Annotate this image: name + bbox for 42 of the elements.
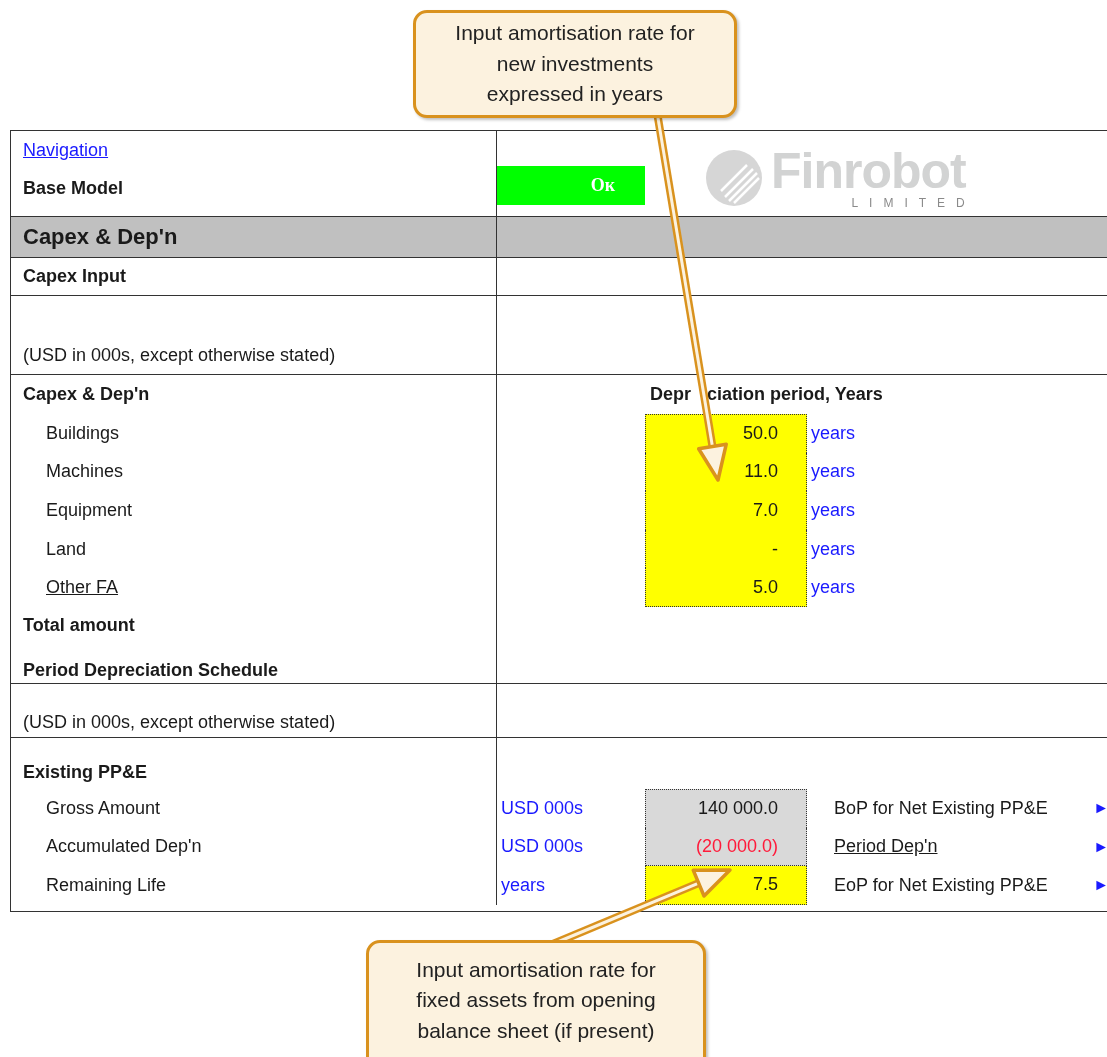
unit-label: USD 000s [501,797,584,819]
section-heading: Existing PP&E [23,761,148,783]
units-note: (USD in 000s, except otherwise stated) [23,345,336,366]
unit-label: USD 000s [501,836,584,858]
callout-note: Input amortisation rate for new investments expressed in years [413,10,737,118]
unit-label: years [810,500,855,521]
row-label: Remaining Life [46,874,167,896]
callout-note: Input amortisation rate for fixed assets from opening balance sheet (if present) [366,940,706,1057]
unit-label: years [810,461,855,483]
section-heading: Capex & Dep'n [23,384,150,405]
input-cell[interactable]: 50.0 [645,414,807,453]
arrow-icon[interactable]: ► [1093,799,1107,818]
row-label: Land [46,538,87,560]
column-header: Depr [650,384,691,405]
value-cell: (20 000.0) [645,827,807,867]
unit-label: years [501,874,545,896]
section-title: Capex & Dep'n [11,217,497,257]
row-label: Gross Amount [46,797,161,819]
navigation-link[interactable]: Navigation [23,139,109,161]
value-cell: 140 000.0 [645,788,807,828]
unit-label: years [810,422,855,444]
link-label: EoP for Net Existing PP&E [834,874,1048,896]
unit-label: years [810,577,855,599]
arrow-icon[interactable]: ► [1093,876,1107,895]
row-label: Equipment [46,500,133,521]
link-label[interactable]: Period Dep'n [834,836,938,858]
model-label: Base Model [23,178,124,200]
column-header: ciation period, Years [707,384,883,405]
section-heading: Capex Input [23,266,126,287]
row-label: Other FA [46,577,119,599]
row-label: Machines [46,461,124,483]
units-note: (USD in 000s, except otherwise stated) [23,711,336,733]
row-label: Total amount [23,615,135,637]
link-label: BoP for Net Existing PP&E [834,797,1048,819]
unit-label: years [810,538,855,560]
section-heading: Period Depreciation Schedule [23,659,279,681]
input-cell[interactable]: - [645,529,807,569]
input-cell[interactable]: 5.0 [645,568,807,607]
row-label: Accumulated Dep'n [46,836,202,858]
input-cell[interactable]: 7.0 [645,491,807,530]
row-label: Buildings [46,422,120,444]
arrow-icon[interactable]: ► [1093,837,1107,856]
